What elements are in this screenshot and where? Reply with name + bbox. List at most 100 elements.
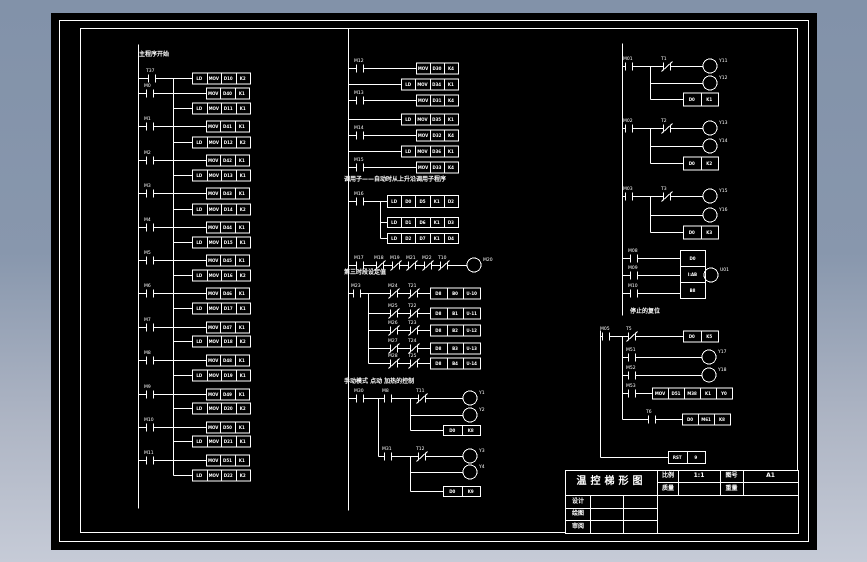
contact-label: M08 [628,248,638,254]
box-cell-text: D8 [435,291,441,296]
box-cell-text: MOV [208,225,219,230]
box-cell-text: M38 [687,391,697,396]
contact-label: M19 [390,255,400,261]
titleblock-scale-label: 比例 [661,472,674,479]
coil-label: Y11 [718,58,728,64]
box-cell-text: K1 [239,225,245,230]
contact-label: T22 [407,303,417,309]
box-cell-text: U-12 [466,328,477,333]
titleblock-row-check: 审阅 [571,522,584,530]
contact-label: M13 [354,90,364,96]
box-cell-text: MOV [417,149,428,154]
box-cell-text: M61 [701,417,711,422]
box-cell-text: LD [391,199,398,204]
box-cell-text: MOV [208,191,219,196]
contact-label: M4 [144,217,151,223]
box-cell-text: K1 [434,220,440,225]
box-cell-text: D10 [224,76,233,81]
box-cell-text: D8 [435,328,441,333]
contact-label: M02 [623,118,633,124]
box-cell-text: K1 [434,199,440,204]
box-cell-text: K1 [239,425,245,430]
contact-label: M9 [144,384,151,390]
contact-label: M10 [144,417,154,423]
box-cell-text: U-10 [466,291,477,296]
contact-label: M21 [406,255,416,261]
box-cell-text: K1 [706,97,712,102]
box-cell-text: LD [196,306,203,311]
box-cell-text: K1 [239,91,245,96]
box-cell-text: D19 [224,373,233,378]
contact-label: M1 [144,116,151,122]
contact-label: M09 [628,265,638,271]
coil-label: Y4 [478,464,485,470]
box-cell-text: D40 [223,91,232,96]
contact-label: T10 [437,255,447,261]
box-cell-text: I:AB [688,272,697,277]
annotation-text: 调用子——自动时从上升沿调用子程序 [344,175,446,183]
box-cell-text: LD [391,236,398,241]
contact-label: T2 [660,118,667,124]
contact-label: T3 [660,186,667,192]
coil-label: Y13 [718,120,728,126]
contact-label: M8 [382,388,389,394]
box-cell-text: LD [196,439,203,444]
box-cell-text: K1 [240,373,246,378]
box-cell-text: D8 [435,361,441,366]
box-cell-text: K2 [240,406,246,411]
contact-label: T24 [407,338,417,344]
contact-label: M31 [382,446,392,452]
annotation-text: 主程序开始 [139,50,169,58]
contact-label: M11 [144,450,154,456]
box-cell-text: D0 [405,199,411,204]
box-cell-text: D0 [689,230,695,235]
box-cell-text: D18 [224,339,233,344]
titleblock-weight-label: 重量 [725,485,738,492]
box-cell-text: K1 [239,291,245,296]
annotation-text: 手动模式 点动 加热的控制 [344,377,414,385]
box-cell-text: D45 [223,258,232,263]
box-cell-text: K2 [240,473,246,478]
box-cell-text: D50 [223,425,232,430]
box-cell-text: D47 [223,325,232,330]
contact-label: T6 [645,409,652,415]
box-cell-text: MOV [209,439,220,444]
box-cell-text: LD [196,106,203,111]
box-cell-text: MOV [209,76,220,81]
box-cell-text: D32 [433,133,442,138]
box-cell-text: D43 [223,191,232,196]
box-cell-text: MOV [209,339,220,344]
box-cell-text: D35 [432,117,441,122]
box-cell-text: MOV [208,458,219,463]
box-cell-text: MOV [209,306,220,311]
box-cell-text: D0 [689,97,695,102]
box-cell-text: D34 [432,82,441,87]
box-cell-text: MOV [209,207,220,212]
box-cell-text: D4 [448,236,454,241]
contact-label: M26 [388,320,398,326]
contact-label: T25 [407,353,417,359]
box-cell-text: D12 [224,140,233,145]
contact-label: T11 [415,388,425,394]
contact-label: M14 [354,125,364,131]
box-cell-text: K1 [239,325,245,330]
box-cell-text: K1 [705,391,711,396]
box-cell-text: LD [196,173,203,178]
box-cell-text: MOV [209,273,220,278]
box-cell-text: K1 [240,240,246,245]
contact-label: M16 [354,191,364,197]
contact-label: M10 [628,283,638,289]
box-cell-text: K1 [239,392,245,397]
box-cell-text: MOV [209,140,220,145]
box-cell-text: MOV [208,325,219,330]
box-cell-text: D11 [224,106,233,111]
contact-label: M5 [144,250,151,256]
box-cell-text: D0 [689,334,695,339]
box-cell-text: D31 [433,98,442,103]
contact-label: M27 [388,338,398,344]
box-cell-text: D7 [419,236,425,241]
box-cell-text: D22 [224,473,233,478]
coil-label: Y1 [478,390,485,396]
box-cell-text: D3 [448,220,454,225]
box-cell-text: B4 [452,361,458,366]
